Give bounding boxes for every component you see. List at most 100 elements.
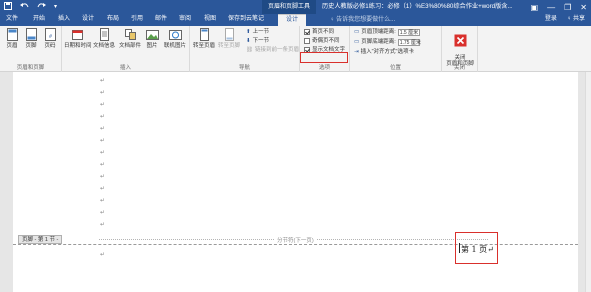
save-icon[interactable]	[4, 2, 12, 12]
group-position: ▭ 页眉顶端距离: 1.5 厘米 ▭ 页脚底端距离: 1.75 厘米 ⇥ 插入"…	[350, 26, 442, 72]
highlight-page-number	[455, 232, 498, 264]
tab-save-note[interactable]: 保存到云笔记	[228, 14, 264, 26]
close-window-button[interactable]: ✕	[580, 3, 587, 12]
paragraph-mark: ↵	[100, 114, 106, 120]
online-picture-icon	[168, 30, 182, 40]
paragraph-mark: ↵	[100, 186, 106, 192]
checkbox-checked	[304, 29, 310, 35]
document-area: ↵ ↵ ↵ ↵ ↵ ↵ ↵ ↵ ↵ ↵ ↵ ↵ ↵ 分节符(下一页) 页脚 - …	[0, 72, 591, 292]
group-label-insert: 插入	[119, 65, 131, 71]
doc-info-button[interactable]: 文档信息	[92, 28, 116, 49]
paragraph-mark: ↵	[100, 162, 106, 168]
document-title: 历史人教版必修1练习：必修（1）%E3%80%80综合作业+word版含...	[322, 3, 512, 10]
ribbon-tab-bar: 文件 开始 插入 设计 布局 引用 邮件 审阅 视图 保存到云笔记 设计 ♀ 告…	[0, 14, 591, 26]
svg-text:#: #	[49, 34, 52, 40]
footer-bottom-distance: ▭ 页脚底端距离: 1.75 厘米	[354, 38, 421, 46]
paragraph-mark: ↵	[100, 150, 106, 156]
paragraph-mark: ↵	[100, 174, 106, 180]
ribbon: 页眉 页脚 # 页码 页眉和页脚 日期和时间 文档信息 文档部件 图片 联机图片…	[0, 26, 591, 72]
paragraph-mark: ↵	[100, 138, 106, 144]
group-label-position: 位置	[389, 65, 401, 71]
paragraph-mark: ↵	[100, 90, 106, 96]
group-label-options: 选项	[318, 65, 330, 71]
paragraph-mark: ↵	[100, 222, 106, 228]
prev-section-button[interactable]: ⬆ 上一节	[246, 28, 269, 36]
tab-review[interactable]: 审阅	[179, 14, 191, 26]
tab-home[interactable]: 开始	[33, 14, 45, 26]
paragraph-mark: ↵	[100, 102, 106, 108]
group-label-close: 关闭	[453, 65, 465, 71]
tab-layout[interactable]: 布局	[107, 14, 119, 26]
quick-access-toolbar: ▾	[4, 2, 57, 12]
doc-parts-button[interactable]: 文档部件	[118, 28, 142, 49]
group-header-footer: 页眉 页脚 # 页码 页眉和页脚	[0, 26, 62, 72]
group-close: 关闭 页眉和页脚 关闭	[442, 26, 478, 72]
document-page[interactable]: ↵ ↵ ↵ ↵ ↵ ↵ ↵ ↵ ↵ ↵ ↵ ↵ ↵ 分节符(下一页) 页脚 - …	[13, 72, 578, 292]
tab-view[interactable]: 视图	[204, 14, 216, 26]
tab-insert[interactable]: 插入	[58, 14, 70, 26]
first-page-different-checkbox[interactable]: 首页不同	[304, 28, 334, 36]
doc-info-icon	[99, 28, 109, 41]
tell-me-search[interactable]: ♀ 告诉我您想要做什么...	[330, 15, 395, 25]
account-area: 登录 ♀ 共享	[545, 14, 585, 26]
page-number-button[interactable]: # 页码	[39, 28, 61, 49]
link-icon: ⛓	[246, 47, 253, 53]
header-top-distance: ▭ 页眉顶端距离: 1.5 厘米	[354, 28, 420, 36]
align-tab-icon: ⇥	[354, 49, 359, 55]
ribbon-display-options-icon[interactable]: ▣	[531, 3, 539, 12]
group-insert: 日期和时间 文档信息 文档部件 图片 联机图片 插入	[62, 26, 190, 72]
group-label-header-footer: 页眉和页脚	[16, 65, 45, 71]
tab-design-doc[interactable]: 设计	[82, 14, 94, 26]
tab-design-header-footer[interactable]: 设计	[278, 14, 307, 26]
odd-even-different-checkbox[interactable]: 奇偶页不同	[304, 37, 340, 45]
paragraph-mark: ↵	[100, 198, 106, 204]
group-label-navigation: 导航	[238, 65, 250, 71]
arrow-down-icon: ⬇	[246, 38, 251, 44]
goto-footer-icon	[224, 28, 234, 41]
restore-button[interactable]: ❐	[564, 3, 571, 12]
tab-file[interactable]: 文件	[6, 14, 18, 26]
goto-footer-button[interactable]: 转至页脚	[216, 28, 242, 49]
login-link[interactable]: 登录	[545, 14, 557, 26]
group-options: 首页不同 奇偶页不同 显示文档文字 选项	[300, 26, 350, 72]
next-section-button[interactable]: ⬇ 下一节	[246, 37, 269, 45]
footer-paragraph-mark: ↵	[100, 252, 106, 258]
goto-header-button[interactable]: 转至页眉	[192, 28, 216, 49]
page-number-icon: #	[44, 28, 56, 41]
picture-icon	[145, 30, 159, 40]
calendar-icon	[71, 30, 83, 40]
online-picture-button[interactable]: 联机图片	[162, 28, 188, 49]
footer-section-tag: 页脚 - 第 1 节 -	[18, 235, 63, 244]
doc-parts-icon	[124, 29, 136, 40]
group-navigation: 转至页眉 转至页脚 ⬆ 上一节 ⬇ 下一节 ⛓ 链接到前一条页眉 导航	[190, 26, 300, 72]
header-distance-icon: ▭	[354, 29, 360, 35]
customize-qat-icon[interactable]: ▾	[54, 2, 57, 12]
highlight-first-page-different	[300, 52, 348, 63]
undo-icon[interactable]	[20, 2, 29, 12]
arrow-up-icon: ⬆	[246, 29, 251, 35]
minimize-button[interactable]: —	[547, 3, 555, 12]
share-button[interactable]: ♀ 共享	[567, 14, 585, 26]
goto-header-icon	[199, 28, 209, 41]
tab-mailings[interactable]: 邮件	[155, 14, 167, 26]
picture-button[interactable]: 图片	[142, 28, 162, 49]
footer-distance-icon: ▭	[354, 39, 360, 45]
footer-bottom-distance-input[interactable]: 1.75 厘米	[397, 38, 421, 46]
insert-align-tab-button[interactable]: ⇥ 插入"对齐方式"选项卡	[354, 48, 414, 56]
vertical-scrollbar[interactable]	[585, 72, 591, 292]
close-red-x-icon	[454, 34, 466, 47]
header-footer-tools-context: 页眉和页脚工具	[262, 0, 317, 14]
checkbox-unchecked	[304, 38, 310, 44]
tab-references[interactable]: 引用	[131, 14, 143, 26]
header-top-distance-input[interactable]: 1.5 厘米	[397, 28, 420, 36]
header-icon	[6, 28, 18, 41]
paragraph-mark: ↵	[100, 78, 106, 84]
title-bar: ▾ 页眉和页脚工具 历史人教版必修1练习：必修（1）%E3%80%80综合作业+…	[0, 0, 591, 14]
redo-icon[interactable]	[37, 2, 46, 12]
link-to-previous-button[interactable]: ⛓ 链接到前一条页眉	[246, 46, 299, 54]
window-controls: ▣ — ❐ ✕	[531, 0, 587, 14]
close-header-footer-button[interactable]: 关闭 页眉和页脚	[445, 28, 475, 67]
paragraph-mark: ↵	[100, 126, 106, 132]
date-time-button[interactable]: 日期和时间	[64, 28, 92, 49]
section-break-label: 分节符(下一页)	[275, 236, 316, 244]
